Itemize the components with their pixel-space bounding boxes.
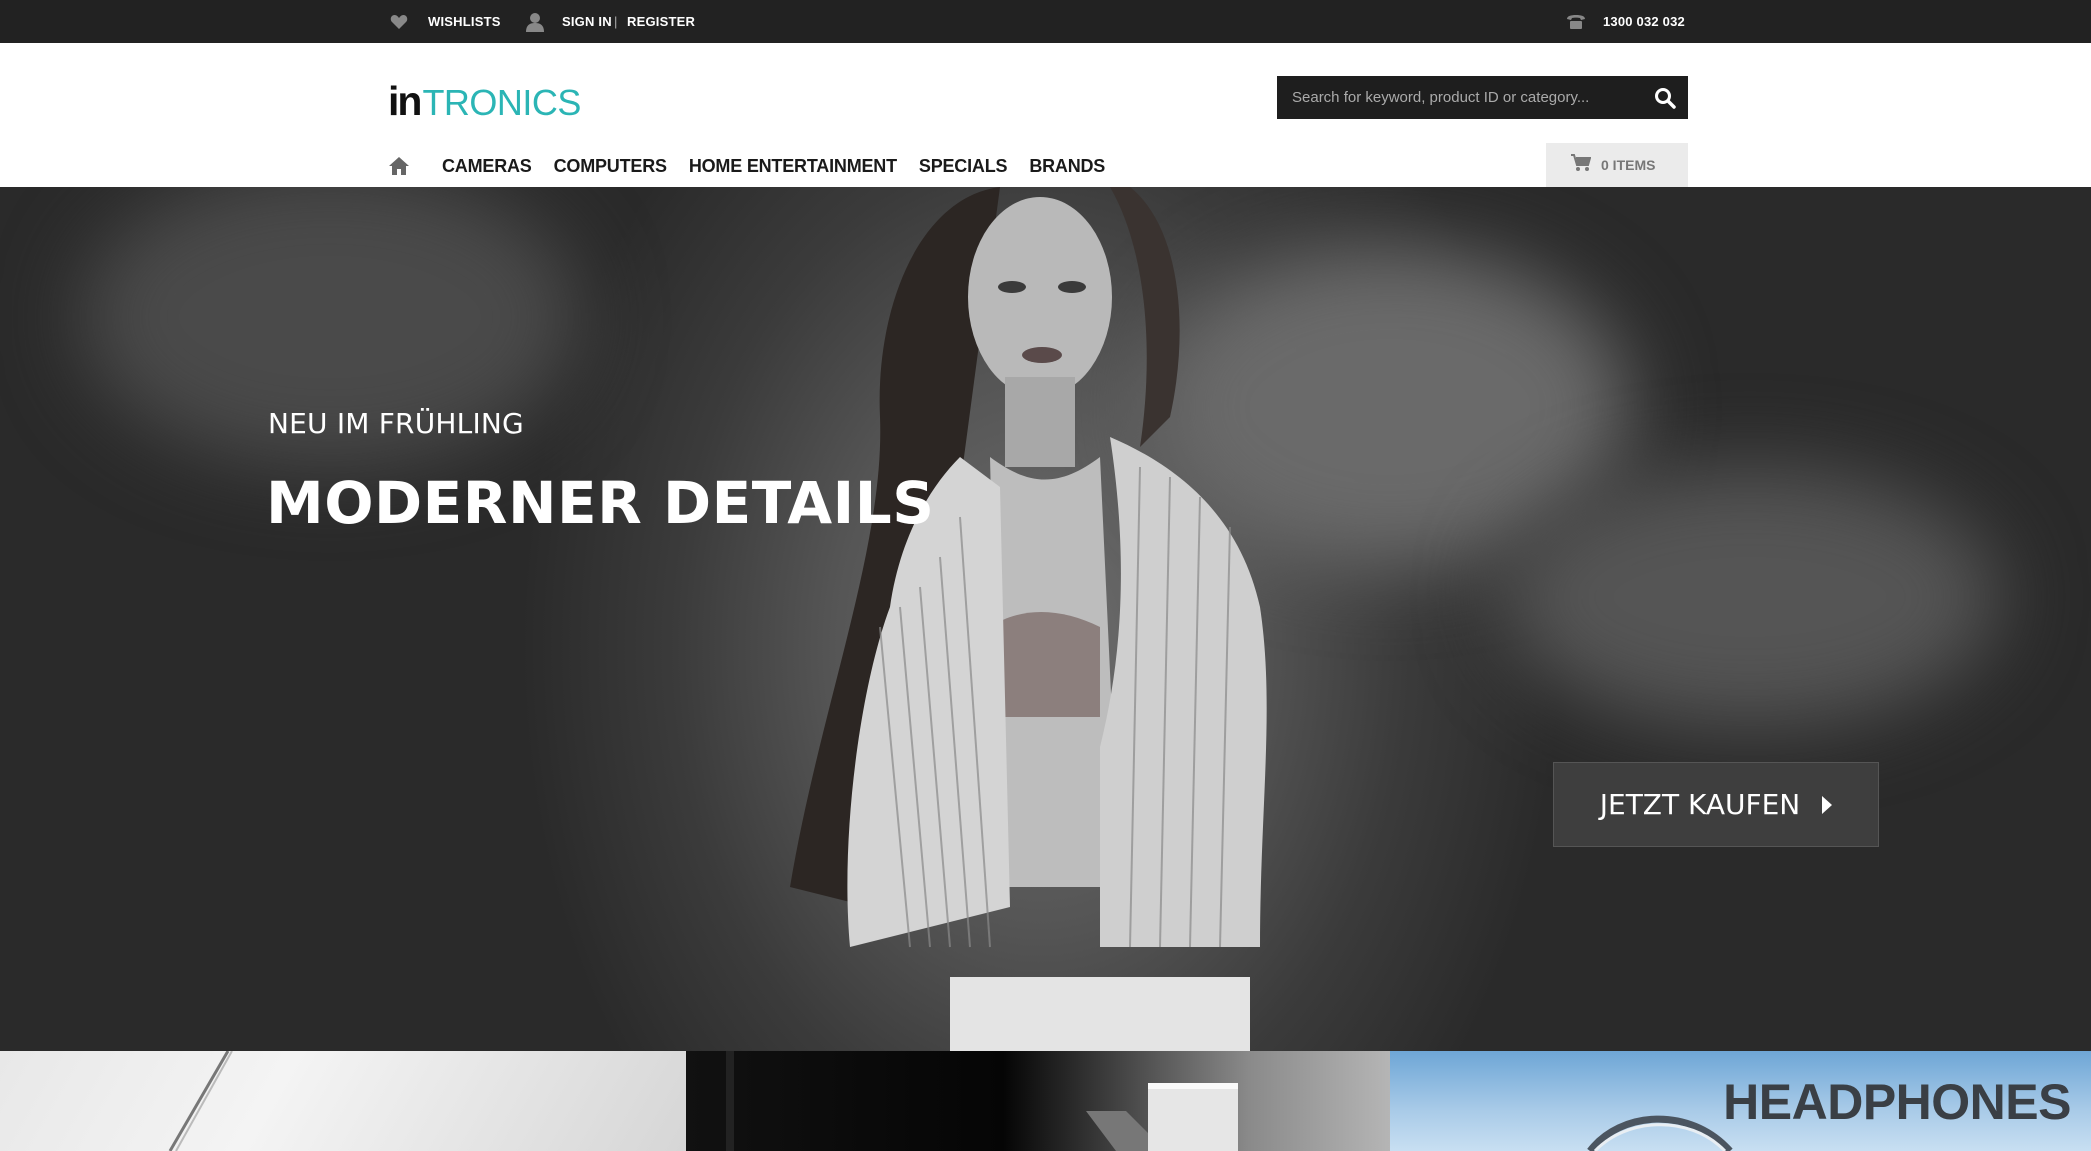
topbar-separator: | bbox=[614, 14, 618, 29]
hero-model-image bbox=[790, 187, 1267, 1051]
buy-now-label: JETZT KAUFEN bbox=[1599, 788, 1801, 821]
buy-now-button[interactable]: JETZT KAUFEN bbox=[1553, 762, 1879, 847]
tile-product-image bbox=[168, 1051, 233, 1151]
cart-button[interactable]: 0 ITEMS bbox=[1546, 143, 1688, 187]
top-bar: WISHLISTS SIGN IN | REGISTER 1300 032 03… bbox=[0, 0, 2091, 43]
main-nav: CAMERAS COMPUTERS HOME ENTERTAINMENT SPE… bbox=[388, 148, 1127, 184]
logo-in-text: in bbox=[388, 78, 422, 124]
sign-in-link[interactable]: SIGN IN bbox=[562, 0, 612, 43]
category-tile-1[interactable] bbox=[0, 1051, 686, 1151]
search-input[interactable] bbox=[1278, 77, 1638, 118]
hero-headline: MODERNER DETAILS bbox=[266, 469, 935, 537]
category-tiles: HEADPHONES bbox=[0, 1051, 2091, 1151]
nav-item-cameras[interactable]: CAMERAS bbox=[442, 156, 532, 177]
phone-number: 1300 032 032 bbox=[1603, 14, 1685, 29]
cart-icon bbox=[1571, 153, 1592, 177]
cart-count: 0 ITEMS bbox=[1601, 157, 1656, 173]
user-icon[interactable] bbox=[526, 0, 544, 43]
play-arrow-icon bbox=[1822, 795, 1833, 814]
category-tile-headphones[interactable]: HEADPHONES bbox=[1390, 1051, 2091, 1151]
phone-icon bbox=[1566, 0, 1586, 43]
heart-icon[interactable] bbox=[390, 0, 408, 43]
nav-item-computers[interactable]: COMPUTERS bbox=[554, 156, 667, 177]
nav-item-specials[interactable]: SPECIALS bbox=[919, 156, 1008, 177]
search-bar bbox=[1277, 76, 1688, 119]
logo-tronics-text: TRONICS bbox=[422, 82, 581, 123]
hero-background-blur bbox=[1500, 467, 2000, 727]
nav-item-brands[interactable]: BRANDS bbox=[1029, 156, 1105, 177]
hero-banner: NEU IM FRÜHLING MODERNER DETAILS JETZT K… bbox=[0, 187, 2091, 1051]
site-logo[interactable]: in TRONICS bbox=[388, 78, 581, 124]
register-link[interactable]: REGISTER bbox=[627, 0, 695, 43]
home-icon[interactable] bbox=[388, 154, 412, 178]
hero-eyebrow: NEU IM FRÜHLING bbox=[268, 407, 524, 440]
nav-item-home-entertainment[interactable]: HOME ENTERTAINMENT bbox=[689, 156, 897, 177]
wishlists-link[interactable]: WISHLISTS bbox=[428, 0, 501, 43]
headphones-tile-title: HEADPHONES bbox=[1723, 1074, 2071, 1130]
category-tile-2[interactable] bbox=[686, 1051, 1390, 1151]
search-icon[interactable] bbox=[1653, 86, 1677, 110]
tile-product-image bbox=[726, 1051, 1238, 1151]
